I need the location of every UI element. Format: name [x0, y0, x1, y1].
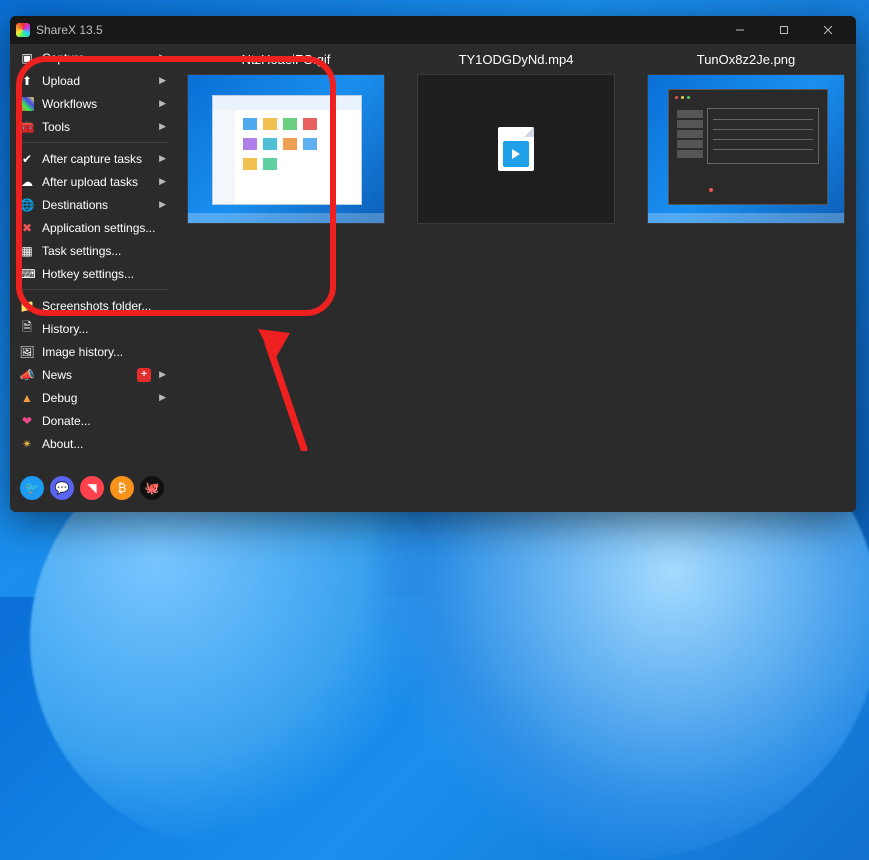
menu-about[interactable]: ✴ About...	[10, 432, 174, 455]
hotkey-settings-icon: ⌨	[20, 267, 34, 281]
menu-news[interactable]: 📣 News + ▶	[10, 363, 174, 386]
donate-icon: ❤	[20, 414, 34, 428]
news-badge: +	[137, 368, 151, 382]
menu-label: Destinations	[42, 198, 151, 212]
thumbnail-preview	[647, 74, 845, 224]
github-icon[interactable]: 🐙	[140, 476, 164, 500]
chevron-right-icon: ▶	[159, 369, 166, 380]
thumbnail-preview	[187, 74, 385, 224]
menu-label: Task settings...	[42, 244, 166, 258]
thumbnail-name: TY1ODGDyNd.mp4	[459, 52, 574, 70]
task-settings-icon: ▦	[20, 244, 34, 258]
chevron-right-icon: ▶	[159, 98, 166, 109]
menu-label: Image history...	[42, 345, 166, 359]
discord-icon[interactable]: 💬	[50, 476, 74, 500]
chevron-right-icon: ▶	[159, 199, 166, 210]
minimize-button[interactable]	[718, 16, 762, 44]
upload-icon: ⬆	[20, 74, 34, 88]
divider	[16, 289, 168, 290]
menu-hotkey-settings[interactable]: ⌨ Hotkey settings...	[10, 262, 174, 285]
menu-label: Debug	[42, 391, 151, 405]
menu-tools[interactable]: 🧰 Tools ▶	[10, 115, 174, 138]
tools-icon: 🧰	[20, 120, 34, 134]
menu-donate[interactable]: ❤ Donate...	[10, 409, 174, 432]
menu-label: Hotkey settings...	[42, 267, 166, 281]
thumbnail-preview	[417, 74, 615, 224]
history-icon: 🗎	[20, 322, 34, 336]
divider	[16, 142, 168, 143]
chevron-right-icon: ▶	[159, 153, 166, 164]
chevron-right-icon: ▶	[159, 392, 166, 403]
menu-capture[interactable]: ▣ Capture ▶	[10, 46, 174, 69]
chevron-right-icon: ▶	[159, 52, 166, 63]
thumbnail-name: TunOx8z2Je.png	[697, 52, 796, 70]
app-icon	[16, 23, 30, 37]
menu-upload[interactable]: ⬆ Upload ▶	[10, 69, 174, 92]
app-settings-icon: ✖	[20, 221, 34, 235]
thumbnail-item[interactable]: TunOx8z2Je.png	[646, 52, 846, 224]
close-icon	[823, 25, 833, 35]
news-icon: 📣	[20, 368, 34, 382]
menu-label: After capture tasks	[42, 152, 151, 166]
after-capture-icon: ✔	[20, 152, 34, 166]
menu-label: About...	[42, 437, 166, 451]
menu-after-capture[interactable]: ✔ After capture tasks ▶	[10, 147, 174, 170]
menu-screenshots-folder[interactable]: 📁 Screenshots folder...	[10, 294, 174, 317]
close-button[interactable]	[806, 16, 850, 44]
menu-label: Donate...	[42, 414, 166, 428]
menu-destinations[interactable]: 🌐 Destinations ▶	[10, 193, 174, 216]
menu-debug[interactable]: ▲ Debug ▶	[10, 386, 174, 409]
chevron-right-icon: ▶	[159, 176, 166, 187]
workflows-icon	[20, 97, 34, 111]
menu-workflows[interactable]: Workflows ▶	[10, 92, 174, 115]
menu-image-history[interactable]: 🖼 Image history...	[10, 340, 174, 363]
chevron-right-icon: ▶	[159, 121, 166, 132]
menu-label: History...	[42, 322, 166, 336]
patreon-icon[interactable]: ◥	[80, 476, 104, 500]
menu-history[interactable]: 🗎 History...	[10, 317, 174, 340]
capture-icon: ▣	[20, 51, 34, 65]
sharex-window: ShareX 13.5 ▣ Capture ▶ ⬆ Upload ▶	[10, 16, 856, 512]
image-history-icon: 🖼	[20, 345, 34, 359]
chevron-right-icon: ▶	[159, 75, 166, 86]
bitcoin-icon[interactable]: ₿	[110, 476, 134, 500]
maximize-button[interactable]	[762, 16, 806, 44]
thumbnail-item[interactable]: NtzHoaeiFG.gif	[186, 52, 386, 224]
menu-app-settings[interactable]: ✖ Application settings...	[10, 216, 174, 239]
sidebar: ▣ Capture ▶ ⬆ Upload ▶ Workflows ▶ 🧰 Too…	[10, 44, 174, 512]
window-title: ShareX 13.5	[36, 23, 103, 37]
about-icon: ✴	[20, 437, 34, 451]
menu-label: Capture	[42, 51, 151, 65]
maximize-icon	[779, 25, 789, 35]
thumbnail-item[interactable]: TY1ODGDyNd.mp4	[416, 52, 616, 224]
menu-label: Workflows	[42, 97, 151, 111]
minimize-icon	[735, 25, 745, 35]
menu-label: Screenshots folder...	[42, 299, 166, 313]
twitter-icon[interactable]: 🐦	[20, 476, 44, 500]
social-links: 🐦 💬 ◥ ₿ 🐙	[10, 466, 174, 512]
thumbnail-area: NtzHoaeiFG.gif	[174, 44, 856, 512]
menu-after-upload[interactable]: ☁ After upload tasks ▶	[10, 170, 174, 193]
titlebar[interactable]: ShareX 13.5	[10, 16, 856, 44]
menu-label: Tools	[42, 120, 151, 134]
menu-task-settings[interactable]: ▦ Task settings...	[10, 239, 174, 262]
menu-label: Upload	[42, 74, 151, 88]
after-upload-icon: ☁	[20, 175, 34, 189]
menu-label: News	[42, 368, 129, 382]
video-file-icon	[498, 127, 534, 171]
thumbnail-name: NtzHoaeiFG.gif	[242, 52, 331, 70]
menu-label: Application settings...	[42, 221, 166, 235]
destinations-icon: 🌐	[20, 198, 34, 212]
folder-icon: 📁	[20, 299, 34, 313]
debug-icon: ▲	[20, 391, 34, 405]
menu-label: After upload tasks	[42, 175, 151, 189]
